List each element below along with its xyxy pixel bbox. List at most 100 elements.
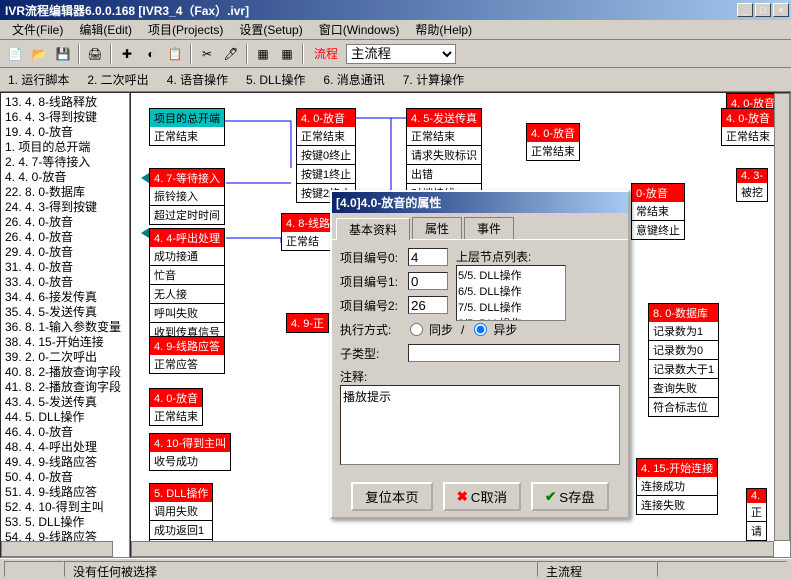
maximize-button[interactable]: □ bbox=[755, 3, 771, 17]
tree-item[interactable]: 34. 4. 6-接发传真 bbox=[3, 290, 127, 305]
sec-item[interactable]: 7. 计算操作 bbox=[403, 71, 464, 88]
tree-item[interactable]: 26. 4. 0-放音 bbox=[3, 215, 127, 230]
reset-button[interactable]: 复位本页 bbox=[351, 482, 432, 511]
input-subtype[interactable] bbox=[408, 344, 620, 362]
parent-list[interactable]: 5/5. DLL操作 6/5. DLL操作 7/5. DLL操作 8/5. DL… bbox=[456, 265, 566, 321]
status-cell bbox=[4, 561, 64, 577]
status-flow: 主流程 bbox=[537, 561, 657, 577]
flow-node[interactable]: 4. 10-得到主叫收号成功 bbox=[149, 433, 231, 471]
tree-item[interactable]: 16. 4. 3-得到按键 bbox=[3, 110, 127, 125]
tab-basic[interactable]: 基本资料 bbox=[336, 218, 410, 240]
flow-node[interactable]: 4. 0-放音正常结束 bbox=[149, 388, 203, 426]
tree-item[interactable]: 46. 4. 0-放音 bbox=[3, 425, 127, 440]
sec-item[interactable]: 1. 运行脚本 bbox=[8, 71, 69, 88]
tree-item[interactable]: 41. 8. 2-播放查询字段 bbox=[3, 380, 127, 395]
tab-props[interactable]: 属性 bbox=[412, 217, 462, 239]
input-item2[interactable] bbox=[408, 296, 448, 314]
menu-projects[interactable]: 项目(Projects) bbox=[140, 19, 231, 40]
canvas-scrollbar-h[interactable] bbox=[131, 541, 774, 557]
tree-item[interactable]: 19. 4. 0-放音 bbox=[3, 125, 127, 140]
flow-node[interactable]: 4. 4-呼出处理成功接通忙音无人接呼叫失败收到传真信号 bbox=[149, 228, 225, 342]
sec-item[interactable]: 2. 二次呼出 bbox=[87, 71, 148, 88]
sec-item[interactable]: 6. 消息通讯 bbox=[323, 71, 384, 88]
flow-node[interactable]: 4. 5-发送传真正常结束请求失败标识出错对端挂线 bbox=[406, 108, 482, 203]
radio-sync[interactable] bbox=[410, 323, 423, 336]
tree-item[interactable]: 51. 4. 9-线路应答 bbox=[3, 485, 127, 500]
flow-node[interactable]: 4. 3-被挖 bbox=[736, 168, 768, 202]
tool-icon[interactable]: ▦ bbox=[252, 43, 274, 65]
tool-icon[interactable]: ✚ bbox=[116, 43, 138, 65]
flow-node[interactable]: 4. 9-线路应答正常应答 bbox=[149, 336, 225, 374]
tree-item[interactable]: 13. 4. 8-线路释放 bbox=[3, 95, 127, 110]
flow-node[interactable]: 4. 0-放音正常结束按键0终止按键1终止按键2终止 bbox=[296, 108, 356, 203]
canvas-scrollbar-v[interactable] bbox=[774, 93, 790, 541]
textarea-comment[interactable] bbox=[340, 385, 620, 465]
properties-dialog: [4.0]4.0-放音的属性 基本资料 属性 事件 项目编号0: 项目编号1: … bbox=[330, 190, 630, 519]
print-icon[interactable]: 🖨 bbox=[84, 43, 106, 65]
tree-item[interactable]: 36. 8. 1-输入参数变量 bbox=[3, 320, 127, 335]
tree-item[interactable]: 1. 项目的总开端 bbox=[3, 140, 127, 155]
tree-item[interactable]: 24. 4. 3-得到按键 bbox=[3, 200, 127, 215]
menubar: 文件(File) 编辑(Edit) 项目(Projects) 设置(Setup)… bbox=[0, 20, 791, 40]
tree-item[interactable]: 22. 8. 0-数据库 bbox=[3, 185, 127, 200]
tree-item[interactable]: 35. 4. 5-发送传真 bbox=[3, 305, 127, 320]
menu-windows[interactable]: 窗口(Windows) bbox=[311, 19, 408, 40]
new-icon[interactable]: 📄 bbox=[4, 43, 26, 65]
tree-item[interactable]: 44. 5. DLL操作 bbox=[3, 410, 127, 425]
cancel-button[interactable]: ✖C取消 bbox=[443, 482, 521, 511]
tree-item[interactable]: 52. 4. 10-得到主叫 bbox=[3, 500, 127, 515]
tool-icon[interactable]: ◐ bbox=[140, 43, 162, 65]
flow-label: 流程 bbox=[308, 45, 344, 62]
flow-select[interactable]: 主流程 bbox=[346, 44, 456, 64]
tree-item[interactable]: 43. 4. 5-发送传真 bbox=[3, 395, 127, 410]
tree-item[interactable]: 38. 4. 15-开始连接 bbox=[3, 335, 127, 350]
tree-item[interactable]: 39. 2. 0-二次呼出 bbox=[3, 350, 127, 365]
radio-async[interactable] bbox=[474, 323, 487, 336]
tree-item[interactable]: 26. 4. 0-放音 bbox=[3, 230, 127, 245]
sec-item[interactable]: 5. DLL操作 bbox=[246, 71, 305, 88]
menu-edit[interactable]: 编辑(Edit) bbox=[71, 19, 140, 40]
flow-node[interactable]: 4. 8-线路正常结 bbox=[281, 213, 335, 251]
dialog-body: 项目编号0: 项目编号1: 项目编号2: 上层节点列表: 5/5. DLL操作 … bbox=[332, 239, 628, 476]
separator bbox=[302, 44, 304, 64]
tree-item[interactable]: 33. 4. 0-放音 bbox=[3, 275, 127, 290]
tab-events[interactable]: 事件 bbox=[464, 217, 514, 239]
menu-help[interactable]: 帮助(Help) bbox=[407, 19, 480, 40]
tree-item[interactable]: 4. 4. 0-放音 bbox=[3, 170, 127, 185]
save-icon[interactable]: 💾 bbox=[52, 43, 74, 65]
flow-node[interactable]: 4. 7-等待接入振铃接入超过定时时间 bbox=[149, 168, 225, 225]
tool-icon[interactable]: 🖊 bbox=[220, 43, 242, 65]
dialog-title: [4.0]4.0-放音的属性 bbox=[332, 192, 628, 213]
tree-item[interactable]: 50. 4. 0-放音 bbox=[3, 470, 127, 485]
menu-setup[interactable]: 设置(Setup) bbox=[231, 19, 310, 40]
flow-node[interactable]: 4. 0-放音正常结束 bbox=[721, 108, 775, 146]
input-item0[interactable] bbox=[408, 248, 448, 266]
close-button[interactable]: × bbox=[773, 3, 789, 17]
tree-item[interactable]: 48. 4. 4-呼出处理 bbox=[3, 440, 127, 455]
tree-item[interactable]: 53. 5. DLL操作 bbox=[3, 515, 127, 530]
flow-node[interactable]: 0-放音常结束意键终止 bbox=[631, 183, 685, 240]
open-icon[interactable]: 📂 bbox=[28, 43, 50, 65]
flow-node[interactable]: 项目的总开端正常结束 bbox=[149, 108, 225, 146]
save-button[interactable]: ✔S存盘 bbox=[531, 482, 609, 511]
minimize-button[interactable]: _ bbox=[737, 3, 753, 17]
flow-node[interactable]: 4. 0-放音正常结束 bbox=[526, 123, 580, 161]
menu-file[interactable]: 文件(File) bbox=[4, 19, 71, 40]
tree-scrollbar-h[interactable] bbox=[1, 541, 113, 557]
flow-node[interactable]: 4. 15-开始连接连接成功连接失败 bbox=[636, 458, 718, 515]
tree-item[interactable]: 40. 8. 2-播放查询字段 bbox=[3, 365, 127, 380]
flow-node[interactable]: 4. 9-正 bbox=[286, 313, 329, 333]
label-parent-list: 上层节点列表: bbox=[456, 248, 566, 265]
check-icon: ✔ bbox=[545, 489, 556, 505]
sec-item[interactable]: 4. 语音操作 bbox=[167, 71, 228, 88]
tree-item[interactable]: 31. 4. 0-放音 bbox=[3, 260, 127, 275]
tree-item[interactable]: 29. 4. 0-放音 bbox=[3, 245, 127, 260]
tree-item[interactable]: 2. 4. 7-等待接入 bbox=[3, 155, 127, 170]
tool-icon[interactable]: ✂ bbox=[196, 43, 218, 65]
tool-icon[interactable]: ▦ bbox=[276, 43, 298, 65]
input-item1[interactable] bbox=[408, 272, 448, 290]
flow-node[interactable]: 8. 0-数据库记录数为1记录数为0记录数大于1查询失败符合标志位 bbox=[648, 303, 719, 417]
window-titlebar: IVR流程编辑器6.0.0.168 [IVR3_4（Fax）.ivr] _ □ … bbox=[0, 0, 791, 20]
tree-item[interactable]: 49. 4. 9-线路应答 bbox=[3, 455, 127, 470]
tool-icon[interactable]: 📋 bbox=[164, 43, 186, 65]
